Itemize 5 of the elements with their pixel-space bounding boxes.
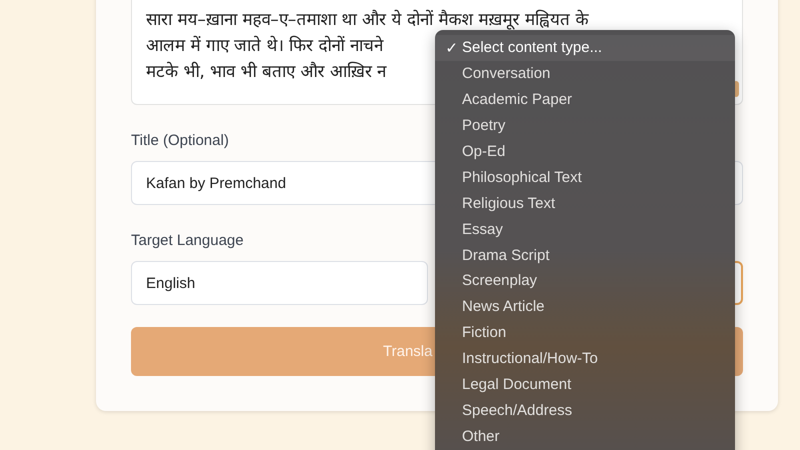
text-line: मटके भी, भाव भी बताए और आख़िर न bbox=[146, 60, 386, 84]
field-label: Target Language bbox=[131, 232, 245, 249]
text-line: सारा मय–ख़ाना महव–ए–तमाशा था और ये दोनों मैकश मख़मूर मह्वियत के bbox=[146, 8, 589, 32]
text-line: आलम में गाए जाते थे। फिर दोनों नाचने bbox=[146, 34, 383, 58]
field-label: Title (Optional) bbox=[131, 132, 230, 149]
